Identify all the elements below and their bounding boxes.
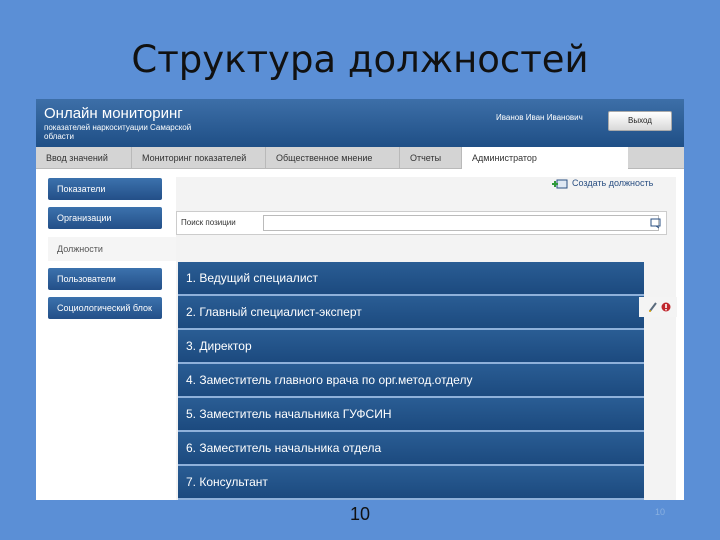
main-nav: Ввод значений Мониторинг показателей Общ… <box>36 147 684 170</box>
tab-reports[interactable]: Отчеты <box>400 147 462 169</box>
list-item[interactable]: 6. Заместитель начальника отдела <box>178 432 644 466</box>
item-name: Ведущий специалист <box>199 271 319 285</box>
tab-monitoring[interactable]: Мониторинг показателей <box>132 147 266 169</box>
item-number: 2. <box>186 305 197 319</box>
row-actions <box>639 297 677 317</box>
item-name: Заместитель главного врача по орг.метод.… <box>199 373 473 387</box>
tab-public-opinion[interactable]: Общественное мнение <box>266 147 400 169</box>
search-icon[interactable] <box>650 217 662 229</box>
list-item[interactable]: 4. Заместитель главного врача по орг.мет… <box>178 364 644 398</box>
positions-list: 1. Ведущий специалист 2. Главный специал… <box>178 262 644 500</box>
sidebar-item-sociology[interactable]: Социологический блок <box>48 297 162 319</box>
search-input[interactable] <box>263 215 659 231</box>
slide-title: Структура должностей <box>131 38 589 81</box>
list-item[interactable]: 1. Ведущий специалист <box>178 262 644 296</box>
page-number-faint: 10 <box>655 507 666 517</box>
page-number: 10 <box>349 504 371 524</box>
sidebar-item-positions[interactable]: Должности <box>48 237 178 261</box>
item-name: Главный специалист-эксперт <box>199 305 362 319</box>
delete-icon[interactable] <box>661 301 671 313</box>
create-position-link[interactable]: Создать должность <box>552 178 653 189</box>
item-name: Заместитель начальника ГУФСИН <box>199 407 392 421</box>
app-subtitle: показателей наркоситуации Самарской обла… <box>44 123 192 141</box>
add-document-icon <box>552 179 568 189</box>
sidebar-item-indicators[interactable]: Показатели <box>48 178 162 200</box>
item-number: 7. <box>186 475 197 489</box>
item-number: 1. <box>186 271 197 285</box>
sidebar-item-organizations[interactable]: Организации <box>48 207 162 229</box>
list-item[interactable]: 5. Заместитель начальника ГУФСИН <box>178 398 644 432</box>
list-item[interactable]: 2. Главный специалист-эксперт <box>178 296 644 330</box>
user-name: Иванов Иван Иванович <box>496 113 583 122</box>
item-number: 4. <box>186 373 197 387</box>
app-window: Онлайн мониторинг показателей наркоситуа… <box>36 99 684 500</box>
item-name: Заместитель начальника отдела <box>199 441 382 455</box>
item-name: Консультант <box>199 475 268 489</box>
search-bar: Поиск позиции <box>176 211 667 235</box>
item-number: 5. <box>186 407 197 421</box>
app-header: Онлайн мониторинг показателей наркоситуа… <box>36 99 684 147</box>
item-number: 3. <box>186 339 197 353</box>
search-label: Поиск позиции <box>181 218 236 227</box>
pencil-icon[interactable] <box>648 301 658 313</box>
list-item[interactable]: 7. Консультант <box>178 466 644 500</box>
logout-button[interactable]: Выход <box>608 111 672 131</box>
tab-data-entry[interactable]: Ввод значений <box>36 147 132 169</box>
create-position-label: Создать должность <box>572 178 654 188</box>
item-name: Директор <box>199 339 252 353</box>
item-number: 6. <box>186 441 197 455</box>
sidebar-item-users[interactable]: Пользователи <box>48 268 162 290</box>
list-item[interactable]: 3. Директор <box>178 330 644 364</box>
tab-administrator[interactable]: Администратор <box>462 147 628 170</box>
app-name: Онлайн мониторинг <box>44 105 183 122</box>
